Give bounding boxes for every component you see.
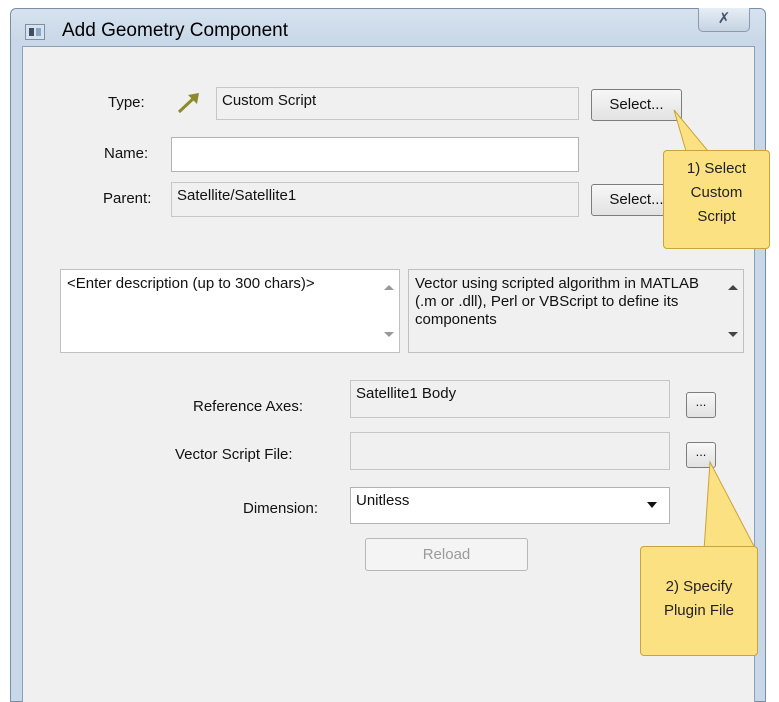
- scroll-down-icon[interactable]: [728, 332, 738, 337]
- vector-arrow-icon: [177, 93, 199, 114]
- reference-axes-field: Satellite1 Body: [350, 380, 670, 418]
- type-field: Custom Script: [216, 87, 579, 120]
- callout-specify-plugin-file: 2) Specify Plugin File: [640, 546, 758, 656]
- type-description-scrollbar[interactable]: [725, 271, 742, 351]
- reference-axes-browse-button[interactable]: ...: [686, 392, 716, 418]
- parent-field: Satellite/Satellite1: [171, 182, 579, 217]
- scroll-down-icon[interactable]: [384, 332, 394, 337]
- type-description-text: Vector using scripted algorithm in MATLA…: [415, 275, 700, 328]
- type-select-button[interactable]: Select...: [591, 89, 682, 121]
- dimension-label: Dimension:: [243, 500, 319, 517]
- description-textarea[interactable]: <Enter description (up to 300 chars)>: [60, 269, 400, 353]
- description-text: <Enter description (up to 300 chars)>: [67, 275, 315, 292]
- name-input[interactable]: [171, 137, 579, 172]
- dimension-value: Unitless: [356, 492, 410, 509]
- scroll-up-icon[interactable]: [384, 285, 394, 290]
- type-label: Type:: [108, 94, 145, 111]
- dimension-dropdown[interactable]: Unitless: [350, 487, 670, 524]
- window-app-icon: [25, 24, 45, 40]
- type-description-box: Vector using scripted algorithm in MATLA…: [408, 269, 744, 353]
- scroll-up-icon[interactable]: [728, 285, 738, 290]
- chevron-down-icon: [647, 502, 657, 508]
- callout-1-line-2: Custom: [690, 184, 743, 201]
- parent-label: Parent:: [103, 190, 152, 207]
- callout-pointer-2: [703, 460, 757, 551]
- callout-select-custom-script: 1) Select Custom Script: [663, 150, 770, 249]
- reload-button[interactable]: Reload: [365, 538, 528, 571]
- reference-axes-label: Reference Axes:: [193, 398, 304, 415]
- description-scrollbar[interactable]: [381, 271, 398, 351]
- callout-1-line-3: Script: [697, 208, 736, 225]
- window-title: Add Geometry Component: [62, 20, 289, 41]
- callout-2-line-1: 2) Specify: [665, 578, 733, 595]
- callout-2-line-2: Plugin File: [663, 602, 735, 619]
- close-button[interactable]: ✗: [698, 8, 750, 32]
- callout-1-line-1: 1) Select: [686, 160, 747, 177]
- name-label: Name:: [104, 145, 149, 162]
- vector-script-file-field: [350, 432, 670, 470]
- callout-pointer-1: [673, 109, 710, 152]
- vector-script-file-label: Vector Script File:: [175, 446, 293, 463]
